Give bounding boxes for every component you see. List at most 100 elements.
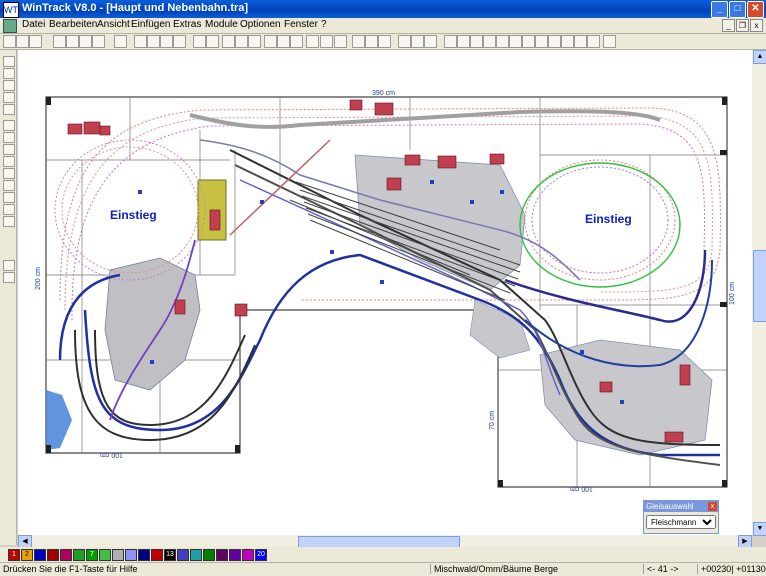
- maximize-button[interactable]: □: [729, 1, 746, 18]
- pointer-icon[interactable]: [320, 35, 333, 48]
- tool-tree-icon[interactable]: [3, 168, 15, 179]
- close-button[interactable]: ✕: [747, 1, 764, 18]
- menu-datei[interactable]: Datei: [22, 19, 45, 30]
- minimize-button[interactable]: _: [711, 1, 728, 18]
- switch-y-icon[interactable]: [470, 35, 483, 48]
- table-icon[interactable]: [248, 35, 261, 48]
- color-swatch-8[interactable]: [99, 549, 111, 561]
- switch-left-icon[interactable]: [444, 35, 457, 48]
- track-system-select[interactable]: Fleischmann pi: [646, 515, 716, 529]
- vertical-scroll-thumb[interactable]: [753, 250, 766, 322]
- landscape-icon[interactable]: [114, 35, 127, 48]
- copy-icon[interactable]: [277, 35, 290, 48]
- tool-road-icon[interactable]: [3, 180, 15, 191]
- tool-water-icon[interactable]: [3, 192, 15, 203]
- tool-signal-icon[interactable]: [3, 144, 15, 155]
- color-swatch-1[interactable]: 1: [8, 549, 20, 561]
- menu-optionen[interactable]: Optionen: [240, 19, 281, 30]
- track-icon[interactable]: [352, 35, 365, 48]
- context-help-icon[interactable]: [603, 35, 616, 48]
- gleisauswahl-close-icon[interactable]: x: [708, 502, 717, 511]
- tool-figure-icon[interactable]: [3, 272, 15, 283]
- print-icon[interactable]: [66, 35, 79, 48]
- slip-switch-icon[interactable]: [496, 35, 509, 48]
- menu-help[interactable]: ?: [321, 19, 327, 30]
- new-file-icon[interactable]: [3, 35, 16, 48]
- tool-terrain-icon[interactable]: [3, 104, 15, 115]
- menu-ansicht[interactable]: Ansicht: [97, 19, 130, 30]
- color-swatch-2[interactable]: 2: [21, 549, 33, 561]
- track-red-icon[interactable]: [365, 35, 378, 48]
- buffer-stop-icon[interactable]: [548, 35, 561, 48]
- color-swatch-13[interactable]: 13: [164, 549, 176, 561]
- undo-icon[interactable]: [193, 35, 206, 48]
- menu-module[interactable]: Module: [205, 19, 238, 30]
- color-swatch-14[interactable]: [177, 549, 189, 561]
- tool-color-icon[interactable]: [3, 260, 15, 271]
- tool-measure-icon[interactable]: [3, 216, 15, 227]
- layer-icon[interactable]: [222, 35, 235, 48]
- curve-icon[interactable]: [522, 35, 535, 48]
- align-icon[interactable]: [424, 35, 437, 48]
- redo-icon[interactable]: [206, 35, 219, 48]
- color-swatch-12[interactable]: [151, 549, 163, 561]
- tool-platform-icon[interactable]: [3, 132, 15, 143]
- mdi-close-button[interactable]: x: [750, 19, 763, 32]
- color-swatch-20[interactable]: 20: [255, 549, 267, 561]
- switch-right-icon[interactable]: [457, 35, 470, 48]
- bridge-icon[interactable]: [561, 35, 574, 48]
- document-icon[interactable]: [3, 19, 17, 33]
- menu-extras[interactable]: Extras: [173, 19, 201, 30]
- zoom-out-icon[interactable]: [147, 35, 160, 48]
- menu-bearbeiten[interactable]: Bearbeiten: [49, 19, 97, 30]
- color-swatch-17[interactable]: [216, 549, 228, 561]
- menu-fenster[interactable]: Fenster: [284, 19, 318, 30]
- menu-einfuegen[interactable]: Einfügen: [131, 19, 170, 30]
- color-swatch-3[interactable]: [34, 549, 46, 561]
- zoom-all-icon[interactable]: [160, 35, 173, 48]
- tool-wall-icon[interactable]: [3, 56, 15, 67]
- rotate-icon[interactable]: [398, 35, 411, 48]
- vertical-scrollbar[interactable]: ▲ ▼: [752, 50, 766, 536]
- mdi-minimize-button[interactable]: _: [722, 19, 735, 32]
- tunnel-icon[interactable]: [574, 35, 587, 48]
- zoom-window-icon[interactable]: [173, 35, 186, 48]
- color-swatch-5[interactable]: [60, 549, 72, 561]
- color-swatch-19[interactable]: [242, 549, 254, 561]
- color-swatch-4[interactable]: [47, 549, 59, 561]
- color-swatch-10[interactable]: [125, 549, 137, 561]
- mdi-restore-button[interactable]: ❐: [736, 19, 749, 32]
- color-swatch-16[interactable]: [203, 549, 215, 561]
- select-icon[interactable]: [306, 35, 319, 48]
- print-setup-icon[interactable]: [79, 35, 92, 48]
- draw-line-icon[interactable]: [334, 35, 347, 48]
- tool-fence-icon[interactable]: [3, 204, 15, 215]
- tool-rect-icon[interactable]: [3, 80, 15, 91]
- save-as-icon[interactable]: [92, 35, 105, 48]
- grid-icon[interactable]: [235, 35, 248, 48]
- paste-icon[interactable]: [290, 35, 303, 48]
- crossing-icon[interactable]: [483, 35, 496, 48]
- mirror-icon[interactable]: [411, 35, 424, 48]
- color-swatch-18[interactable]: [229, 549, 241, 561]
- color-swatch-15[interactable]: [190, 549, 202, 561]
- cut-icon[interactable]: [264, 35, 277, 48]
- color-swatch-7[interactable]: 7: [86, 549, 98, 561]
- flex-track-icon[interactable]: [535, 35, 548, 48]
- save-icon[interactable]: [29, 35, 42, 48]
- horizontal-scrollbar[interactable]: ◀ ▶: [18, 535, 752, 549]
- open-file-icon[interactable]: [16, 35, 29, 48]
- zoom-in-icon[interactable]: [134, 35, 147, 48]
- tool-polygon-icon[interactable]: [3, 92, 15, 103]
- scroll-down-icon[interactable]: ▼: [753, 522, 766, 536]
- tool-text-icon[interactable]: [3, 156, 15, 167]
- color-swatch-9[interactable]: [112, 549, 124, 561]
- turntable-icon[interactable]: [509, 35, 522, 48]
- track-plan-canvas[interactable]: Einstieg Einstieg 390 cm 200 cm 100 cm 1…: [18, 50, 752, 535]
- ramp-icon[interactable]: [587, 35, 600, 48]
- tool-house-icon[interactable]: [3, 120, 15, 131]
- track-double-icon[interactable]: [378, 35, 391, 48]
- color-swatch-6[interactable]: [73, 549, 85, 561]
- tool-circle-icon[interactable]: [3, 68, 15, 79]
- scroll-up-icon[interactable]: ▲: [753, 50, 766, 64]
